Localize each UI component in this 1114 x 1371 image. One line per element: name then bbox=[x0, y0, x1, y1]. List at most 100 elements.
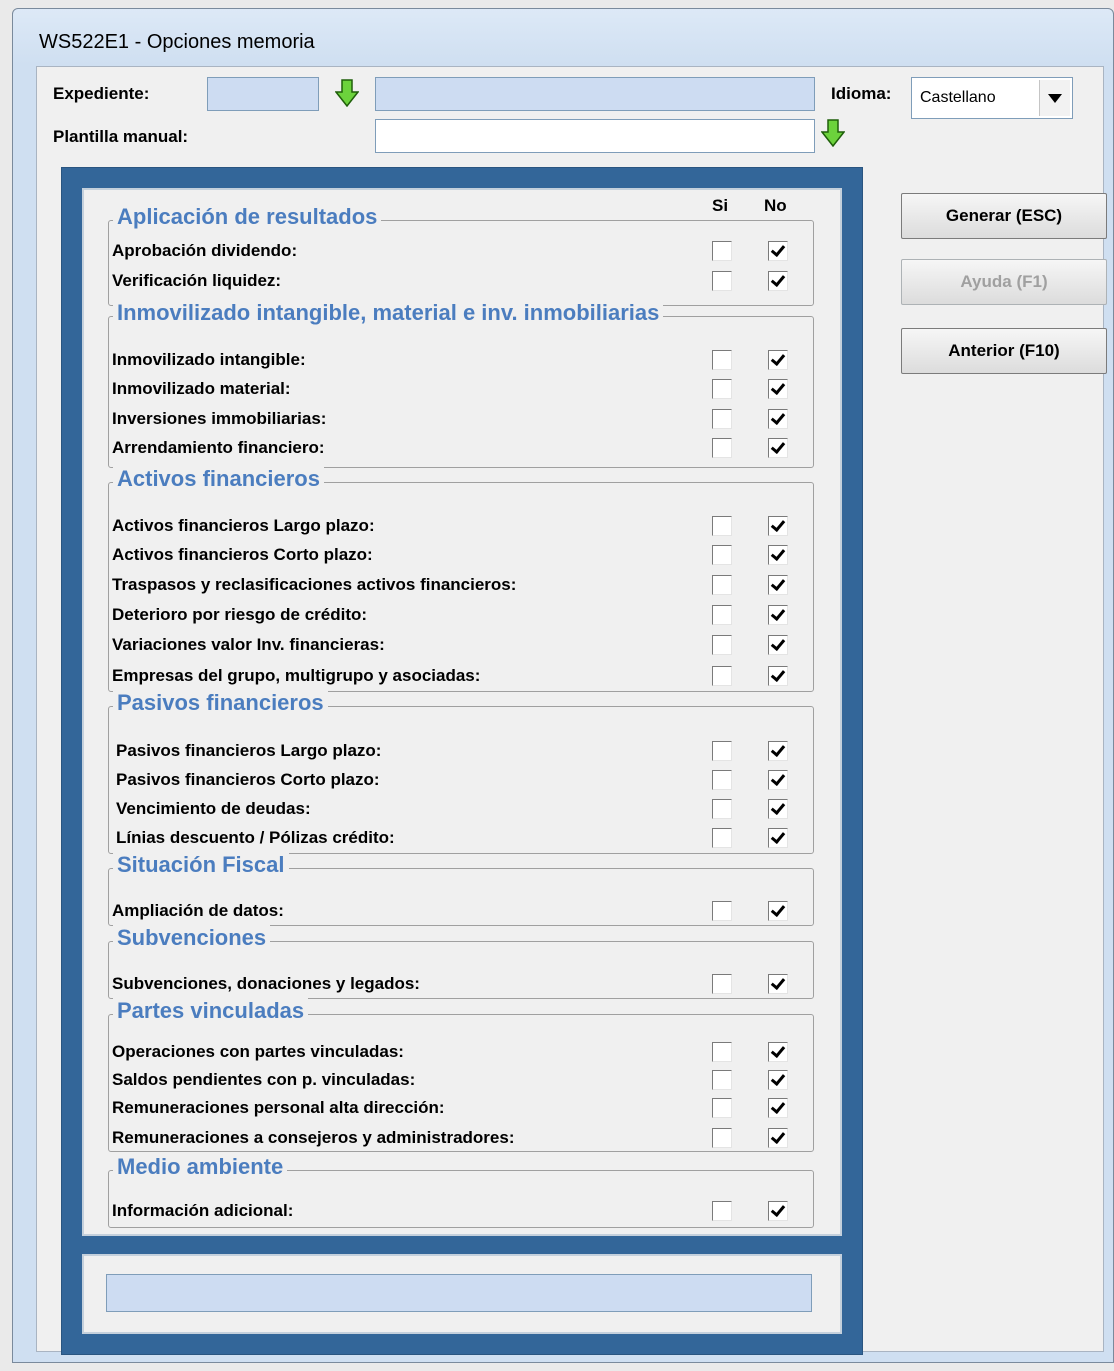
checkbox-si[interactable] bbox=[712, 438, 732, 458]
option-label: Pasivos financieros Corto plazo: bbox=[116, 770, 380, 789]
group-title: Inmovilizado intangible, material e inv.… bbox=[113, 300, 664, 326]
option-row: Saldos pendientes con p. vinculadas: bbox=[84, 1066, 824, 1094]
plantilla-lookup-arrow-icon[interactable] bbox=[821, 119, 845, 147]
checkbox-no[interactable] bbox=[768, 241, 788, 261]
group-title: Partes vinculadas bbox=[113, 998, 309, 1024]
checkbox-no[interactable] bbox=[768, 438, 788, 458]
option-row: Subvenciones, donaciones y legados: bbox=[84, 970, 824, 998]
option-row: Inversiones immobiliarias: bbox=[84, 405, 824, 433]
option-label: Activos financieros Largo plazo: bbox=[112, 516, 375, 535]
chevron-down-icon[interactable] bbox=[1039, 80, 1070, 116]
option-label: Operaciones con partes vinculadas: bbox=[112, 1042, 404, 1061]
expediente-label: Expediente: bbox=[53, 84, 150, 103]
checkbox-si[interactable] bbox=[712, 575, 732, 595]
column-header-no: No bbox=[764, 196, 787, 215]
option-row: Inmovilizado material: bbox=[84, 375, 824, 403]
checkbox-si[interactable] bbox=[712, 545, 732, 565]
checkbox-no[interactable] bbox=[768, 516, 788, 536]
checkbox-si[interactable] bbox=[712, 1070, 732, 1090]
checkbox-no[interactable] bbox=[768, 1128, 788, 1148]
options-frame: Si No Aplicación de resultados Aprobación… bbox=[61, 167, 863, 1355]
plantilla-label: Plantilla manual: bbox=[53, 127, 189, 146]
status-bar bbox=[106, 1274, 812, 1312]
checkbox-no[interactable] bbox=[768, 901, 788, 921]
checkbox-si[interactable] bbox=[712, 1201, 732, 1221]
option-label: Ampliación de datos: bbox=[112, 901, 284, 920]
checkbox-no[interactable] bbox=[768, 741, 788, 761]
group-title: Medio ambiente bbox=[113, 1154, 288, 1180]
option-row: Arrendamiento financiero: bbox=[84, 434, 824, 462]
checkbox-no[interactable] bbox=[768, 1201, 788, 1221]
option-row: Pasivos financieros Corto plazo: bbox=[84, 766, 824, 794]
option-label: Variaciones valor Inv. financieras: bbox=[112, 635, 385, 654]
dialog-window: WS522E1 - Opciones memoria Expediente: I… bbox=[12, 8, 1114, 1363]
expediente-code-field[interactable] bbox=[207, 77, 319, 111]
generar-button[interactable]: Generar (ESC) bbox=[901, 193, 1107, 239]
option-label: Remuneraciones personal alta dirección: bbox=[112, 1098, 445, 1117]
checkbox-si[interactable] bbox=[712, 409, 732, 429]
checkbox-si[interactable] bbox=[712, 799, 732, 819]
checkbox-si[interactable] bbox=[712, 605, 732, 625]
checkbox-no[interactable] bbox=[768, 1070, 788, 1090]
idioma-select[interactable]: Castellano bbox=[911, 77, 1073, 119]
checkbox-no[interactable] bbox=[768, 770, 788, 790]
group-title: Aplicación de resultados bbox=[113, 204, 382, 230]
checkbox-si[interactable] bbox=[712, 516, 732, 536]
checkbox-no[interactable] bbox=[768, 605, 788, 625]
expediente-lookup-arrow-icon[interactable] bbox=[335, 79, 359, 107]
option-row: Línias descuento / Pólizas crédito: bbox=[84, 824, 824, 852]
checkbox-no[interactable] bbox=[768, 271, 788, 291]
group-title: Pasivos financieros bbox=[113, 690, 328, 716]
checkbox-no[interactable] bbox=[768, 974, 788, 994]
checkbox-si[interactable] bbox=[712, 635, 732, 655]
checkbox-si[interactable] bbox=[712, 770, 732, 790]
anterior-button[interactable]: Anterior (F10) bbox=[901, 328, 1107, 374]
plantilla-manual-field[interactable] bbox=[375, 119, 815, 153]
checkbox-si[interactable] bbox=[712, 828, 732, 848]
checkbox-si[interactable] bbox=[712, 974, 732, 994]
status-panel bbox=[82, 1254, 842, 1334]
checkbox-si[interactable] bbox=[712, 1128, 732, 1148]
checkbox-no[interactable] bbox=[768, 666, 788, 686]
checkbox-no[interactable] bbox=[768, 379, 788, 399]
checkbox-si[interactable] bbox=[712, 1098, 732, 1118]
option-label: Empresas del grupo, multigrupo y asociad… bbox=[112, 666, 481, 685]
option-label: Arrendamiento financiero: bbox=[112, 438, 325, 457]
title-bar[interactable]: WS522E1 - Opciones memoria bbox=[13, 9, 1113, 65]
checkbox-no[interactable] bbox=[768, 1042, 788, 1062]
checkbox-si[interactable] bbox=[712, 901, 732, 921]
option-row: Pasivos financieros Largo plazo: bbox=[84, 737, 824, 765]
expediente-name-field[interactable] bbox=[375, 77, 815, 111]
option-label: Activos financieros Corto plazo: bbox=[112, 545, 373, 564]
idioma-label: Idioma: bbox=[831, 84, 892, 103]
window-title: WS522E1 - Opciones memoria bbox=[39, 31, 315, 53]
option-row: Remuneraciones personal alta dirección: bbox=[84, 1094, 824, 1122]
option-label: Inmovilizado intangible: bbox=[112, 350, 306, 369]
checkbox-no[interactable] bbox=[768, 575, 788, 595]
ayuda-button[interactable]: Ayuda (F1) bbox=[901, 259, 1107, 305]
checkbox-no[interactable] bbox=[768, 409, 788, 429]
checkbox-si[interactable] bbox=[712, 241, 732, 261]
checkbox-si[interactable] bbox=[712, 741, 732, 761]
checkbox-no[interactable] bbox=[768, 350, 788, 370]
option-row: Activos financieros Corto plazo: bbox=[84, 541, 824, 569]
dialog-client-area: Expediente: Idioma: Castellano Plantilla… bbox=[36, 66, 1107, 1355]
checkbox-no[interactable] bbox=[768, 635, 788, 655]
option-row: Información adicional: bbox=[84, 1197, 824, 1225]
column-header-si: Si bbox=[712, 196, 729, 215]
checkbox-si[interactable] bbox=[712, 271, 732, 291]
checkbox-si[interactable] bbox=[712, 666, 732, 686]
option-label: Deterioro por riesgo de crédito: bbox=[112, 605, 368, 624]
checkbox-si[interactable] bbox=[712, 1042, 732, 1062]
checkbox-si[interactable] bbox=[712, 350, 732, 370]
checkbox-no[interactable] bbox=[768, 1098, 788, 1118]
option-row: Traspasos y reclasificaciones activos fi… bbox=[84, 571, 824, 599]
option-label: Verificación liquidez: bbox=[112, 271, 282, 290]
option-row: Inmovilizado intangible: bbox=[84, 346, 824, 374]
checkbox-no[interactable] bbox=[768, 828, 788, 848]
option-row: Empresas del grupo, multigrupo y asociad… bbox=[84, 662, 824, 690]
checkbox-no[interactable] bbox=[768, 545, 788, 565]
option-label: Información adicional: bbox=[112, 1201, 294, 1220]
checkbox-no[interactable] bbox=[768, 799, 788, 819]
checkbox-si[interactable] bbox=[712, 379, 732, 399]
